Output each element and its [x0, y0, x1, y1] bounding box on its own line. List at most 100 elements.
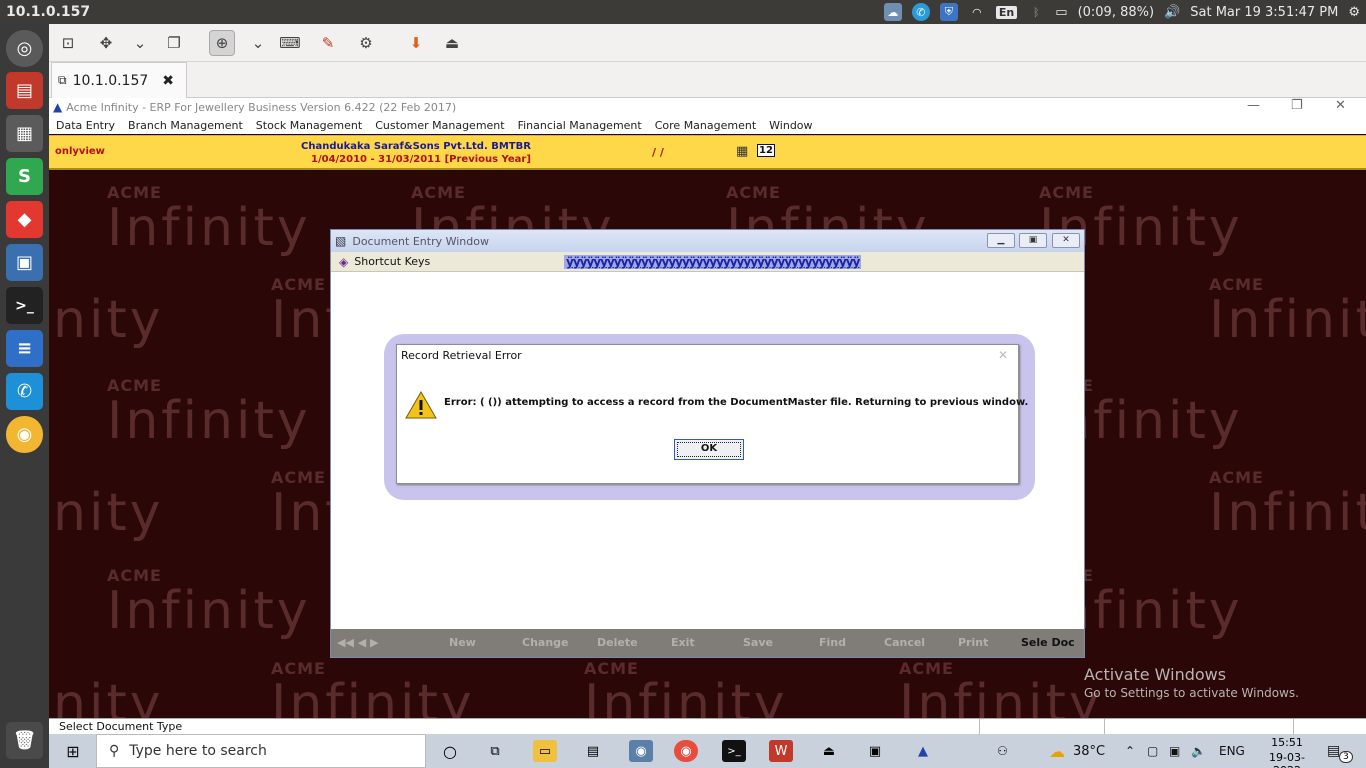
keyboard-layout[interactable]: En — [995, 5, 1018, 19]
acme-infinity-icon[interactable]: ▲ — [911, 740, 935, 762]
app-icon[interactable]: ⏏ — [817, 740, 841, 762]
drawer-app-icon[interactable]: ▤ — [6, 72, 43, 109]
menu-stock-management[interactable]: Stock Management — [256, 119, 362, 132]
keyboard-grab-icon[interactable]: ⌨ — [277, 30, 303, 56]
shortcut-keys-icon[interactable]: ◈ — [339, 255, 348, 269]
error-message: Error: ( ()) attempting to access a reco… — [444, 397, 1029, 408]
activate-subtitle: Go to Settings to activate Windows. — [1084, 686, 1299, 700]
terminal-icon[interactable]: >_ — [722, 740, 746, 762]
file-explorer-icon[interactable]: ▭ — [533, 740, 557, 762]
multi-monitor-icon[interactable]: ❐ — [161, 30, 187, 56]
watermark: nity — [53, 674, 164, 718]
weather-icon[interactable]: ☁ — [1049, 734, 1065, 768]
cortana-icon[interactable]: ○ — [438, 740, 462, 762]
fit-window-icon[interactable]: ⊡ — [55, 30, 81, 56]
chrome-icon[interactable]: ◉ — [6, 416, 43, 453]
taskbar-clock[interactable]: 15:51 19-03-2022 — [1257, 736, 1317, 768]
battery-icon[interactable]: ▭ — [1055, 5, 1067, 20]
close-icon[interactable]: ✕ — [998, 348, 1008, 362]
clock[interactable]: Sat Mar 19 3:51:47 PM — [1190, 5, 1338, 20]
tab-connection[interactable]: ⧉ 10.1.0.157 ✖ — [51, 62, 187, 98]
calendar-button-icon[interactable]: 12 — [757, 144, 775, 157]
disconnect-icon[interactable]: ⏏ — [439, 30, 465, 56]
spreadsheet-icon[interactable]: S — [6, 158, 43, 195]
close-button[interactable]: ✕ — [1335, 98, 1346, 113]
preferences-tools-icon[interactable]: ✎ — [315, 30, 341, 56]
windows-start-icon[interactable]: ⊞ — [61, 740, 85, 762]
taskbar-search[interactable]: ⚲ Type here to search — [96, 734, 426, 768]
wifi-icon[interactable]: ◠ — [968, 3, 986, 21]
doc-action-toolbar: ◀◀ ◀ ▶ New Change Delete Exit Save Find … — [331, 629, 1084, 657]
bluetooth-icon[interactable]: ᛒ — [1027, 3, 1045, 21]
calculator-button-icon[interactable]: ▦ — [736, 144, 748, 159]
doc-close-button[interactable]: ✕ — [1052, 233, 1080, 248]
change-button[interactable]: Change — [522, 636, 569, 649]
settings-gear-icon[interactable]: ⚙ — [1348, 5, 1360, 20]
battery-status[interactable]: (0:09, 88%) — [1078, 5, 1155, 20]
status-text: Select Document Type — [59, 720, 183, 733]
menu-branch-management[interactable]: Branch Management — [128, 119, 243, 132]
skype-icon[interactable]: ✆ — [911, 3, 930, 21]
minimize-down-icon[interactable]: ⬇ — [403, 30, 429, 56]
trash-icon[interactable]: 🗑 — [6, 722, 43, 759]
shield-icon[interactable]: ⛨ — [939, 3, 958, 21]
watermark: ACMEInfinity — [107, 566, 311, 641]
chevron-down-icon[interactable]: ⌄ — [245, 30, 271, 56]
input-language[interactable]: ENG — [1219, 734, 1245, 768]
network-icon[interactable]: ☁ — [883, 3, 902, 21]
calculator-icon[interactable]: ▦ — [6, 115, 43, 152]
menu-financial-management[interactable]: Financial Management — [518, 119, 642, 132]
shortcut-keys-label[interactable]: Shortcut Keys — [354, 255, 430, 268]
menu-data-entry[interactable]: Data Entry — [56, 119, 115, 132]
ok-button[interactable]: OK — [674, 439, 744, 460]
scanner-app-icon[interactable]: ▤ — [581, 740, 605, 762]
watermark: ACMEInfinity — [899, 659, 1103, 718]
watermark: ACMEInfinity — [271, 659, 475, 718]
chevron-down-icon[interactable]: ⌄ — [127, 30, 153, 56]
anydesk-icon[interactable]: ◆ — [6, 201, 43, 238]
wps-office-icon[interactable]: W — [769, 740, 793, 762]
terminal-icon[interactable]: >_ — [6, 287, 43, 324]
menu-core-management[interactable]: Core Management — [655, 119, 756, 132]
cancel-button[interactable]: Cancel — [884, 636, 925, 649]
tools-gear-icon[interactable]: ⚙ — [353, 30, 379, 56]
status-segment — [979, 719, 980, 735]
exit-button[interactable]: Exit — [671, 636, 695, 649]
phone-app-icon[interactable]: ✆ — [6, 373, 43, 410]
doc-window-titlebar: ▧ Document Entry Window ▁ ▣ ✕ — [331, 230, 1084, 252]
meet-now-icon[interactable]: ▢ — [1147, 734, 1158, 768]
fullscreen-icon[interactable]: ✥ — [93, 30, 119, 56]
minimize-button[interactable]: — — [1247, 98, 1260, 113]
scale-zoom-icon[interactable]: ⊕ — [209, 30, 235, 56]
monitor-app-icon[interactable]: ▣ — [863, 740, 887, 762]
writer-icon[interactable]: ≡ — [6, 330, 43, 367]
ubuntu-top-bar: 10.1.0.157 ☁ ✆ ⛨ ◠ En ᛒ ▭ (0:09, 88%) 🔊 … — [0, 0, 1366, 24]
camera-app-icon[interactable]: ◉ — [629, 740, 653, 762]
menu-customer-management[interactable]: Customer Management — [375, 119, 504, 132]
dash-icon[interactable]: ◎ — [6, 30, 43, 67]
menu-window[interactable]: Window — [769, 119, 812, 132]
network-icon[interactable]: ▣ — [1169, 734, 1180, 768]
close-icon[interactable]: ✖ — [162, 73, 174, 89]
volume-icon[interactable]: 🔈 — [1191, 734, 1206, 768]
notifications-icon[interactable]: ▤ — [1327, 734, 1340, 768]
remote-desktop-icon[interactable]: ▣ — [6, 244, 43, 281]
volume-icon[interactable]: 🔊 — [1164, 5, 1180, 20]
garbled-text-field: ÿÿÿÿÿÿÿÿÿÿÿÿÿÿÿÿÿÿÿÿÿÿÿÿÿÿÿÿÿÿÿÿÿÿÿÿÿÿÿÿ… — [564, 255, 862, 269]
people-icon[interactable]: ⚇ — [997, 734, 1008, 768]
nav-arrows-icon[interactable]: ◀◀ ◀ ▶ — [337, 636, 379, 649]
doc-maximize-button[interactable]: ▣ — [1019, 233, 1047, 248]
doc-minimize-button[interactable]: ▁ — [987, 233, 1015, 248]
restore-button[interactable]: ❐ — [1291, 98, 1303, 113]
ubuntu-launcher: ◎ ▤ ▦ S ◆ ▣ >_ ≡ ✆ ◉ 🗑 — [0, 24, 49, 768]
sele-doc-button[interactable]: Sele Doc — [1021, 636, 1075, 649]
chevron-up-icon[interactable]: ⌃ — [1125, 734, 1135, 768]
chrome-icon[interactable]: ◉ — [674, 740, 698, 762]
temperature[interactable]: 38°C — [1073, 734, 1105, 768]
delete-button[interactable]: Delete — [597, 636, 638, 649]
save-button[interactable]: Save — [743, 636, 773, 649]
find-button[interactable]: Find — [819, 636, 846, 649]
print-button[interactable]: Print — [958, 636, 988, 649]
new-button[interactable]: New — [449, 636, 476, 649]
task-view-icon[interactable]: ⧉ — [483, 740, 507, 762]
